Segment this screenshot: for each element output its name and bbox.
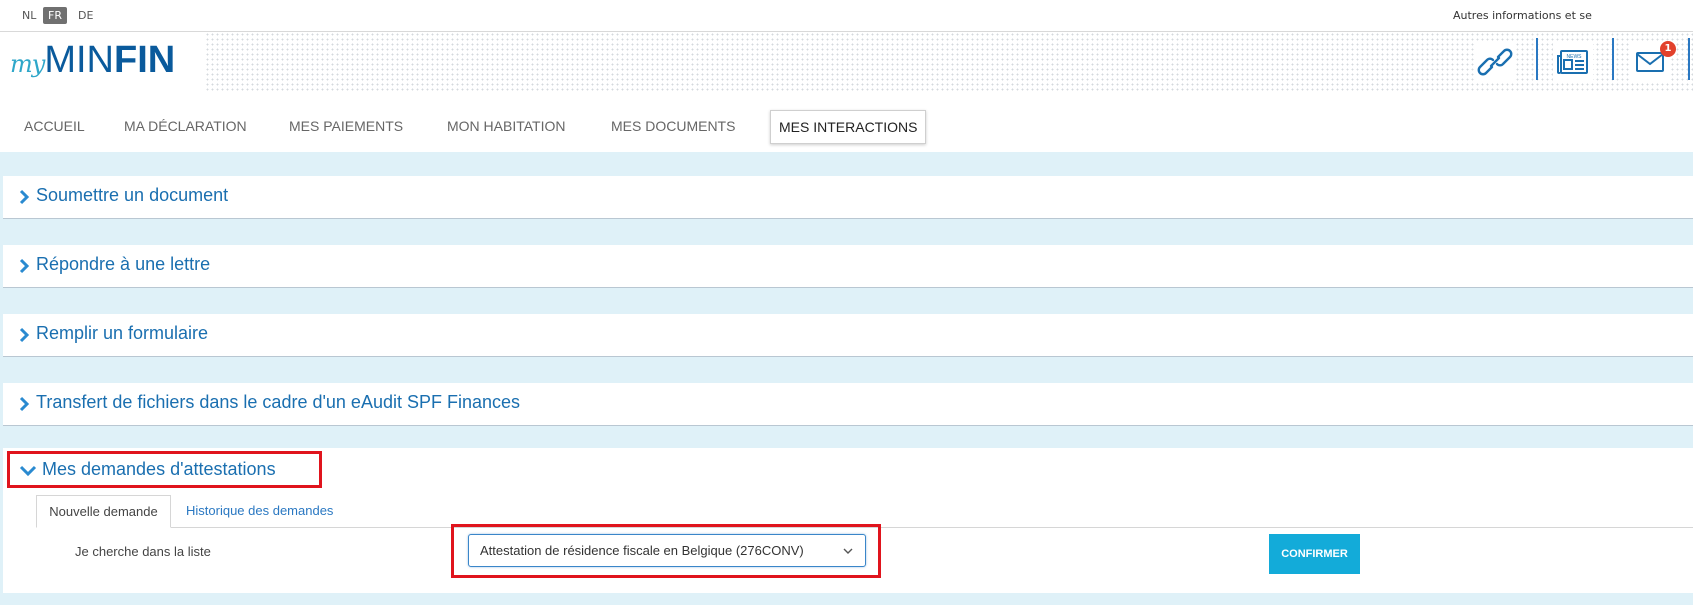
chevron-right-icon [19,189,30,205]
tab-nouvelle-demande[interactable]: Nouvelle demande [36,495,171,528]
svg-text:NEWS: NEWS [1567,54,1583,60]
logo-min: MIN [44,39,114,81]
myminfin-logo[interactable]: myMINFIN [10,38,184,82]
panel-title: Transfert de fichiers dans le cadre d'un… [36,392,521,412]
lang-nl[interactable]: NL [17,7,41,24]
header-separator [1688,38,1690,80]
panel-soumettre-document[interactable]: Soumettre un document [3,176,1693,219]
header-separator [1612,38,1614,80]
panel-title: Soumettre un document [36,185,229,205]
tab-historique-demandes[interactable]: Historique des demandes [186,503,333,518]
nav-mon-habitation[interactable]: MON HABITATION [447,118,565,134]
logo-my: my [10,50,45,78]
chevron-right-icon [19,396,30,412]
panel-remplir-formulaire[interactable]: Remplir un formulaire [3,314,1693,357]
logo-fin: FIN [113,39,176,81]
header-separator [1536,38,1538,80]
selected-attestation: Attestation de résidence fiscale en Belg… [480,543,804,558]
other-info-link[interactable]: Autres informations et se [1453,9,1693,22]
header: myMINFIN NEWS [0,32,1693,92]
nav-ma-declaration[interactable]: MA DÉCLARATION [124,118,247,134]
panel-transfert-eaudit[interactable]: Transfert de fichiers dans le cadre d'un… [3,383,1693,426]
confirm-button[interactable]: CONFIRMER [1269,534,1360,574]
nav-mes-documents[interactable]: MES DOCUMENTS [611,118,735,134]
lang-fr[interactable]: FR [43,7,67,24]
panel-repondre-lettre[interactable]: Répondre à une lettre [3,245,1693,288]
mail-badge: 1 [1660,41,1676,57]
link-icon[interactable] [1475,42,1515,82]
attestation-select[interactable]: Attestation de résidence fiscale en Belg… [468,534,866,567]
search-list-label: Je cherche dans la liste [75,544,211,559]
chevron-right-icon [19,258,30,274]
panel-title: Répondre à une lettre [36,254,211,274]
main-nav: ACCUEIL MA DÉCLARATION MES PAIEMENTS MON… [0,100,1693,152]
nav-mes-paiements[interactable]: MES PAIEMENTS [289,118,403,134]
header-pattern [205,32,1693,92]
nav-accueil[interactable]: ACCUEIL [24,118,85,134]
lang-de[interactable]: DE [73,7,98,24]
news-icon[interactable]: NEWS [1553,42,1593,82]
language-bar: NL FR DE Autres informations et se [0,0,1693,32]
chevron-right-icon [19,327,30,343]
nav-mes-interactions[interactable]: MES INTERACTIONS [770,110,927,144]
panel-title: Remplir un formulaire [36,323,209,343]
chevron-down-icon [843,548,853,554]
highlight-box [7,451,322,488]
